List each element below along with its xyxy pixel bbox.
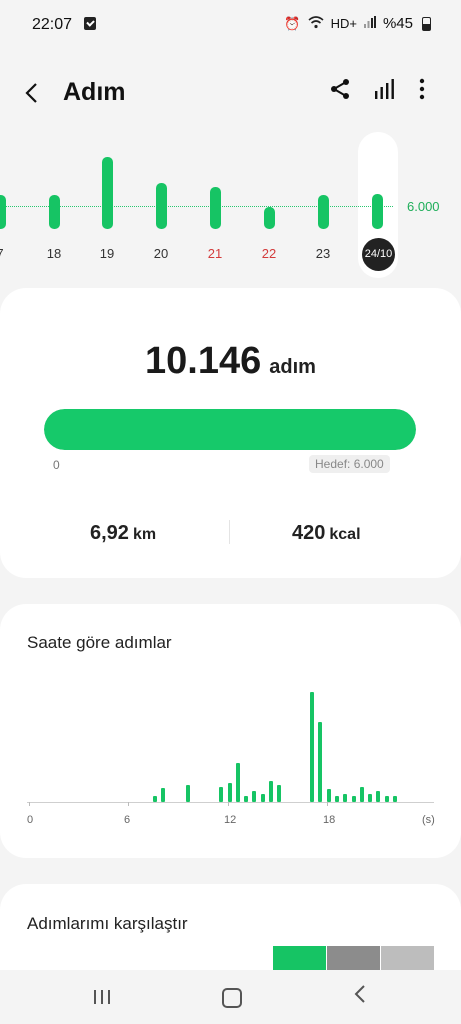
hourly-bar xyxy=(236,763,240,802)
hourly-bar xyxy=(376,791,380,802)
home-button[interactable] xyxy=(222,988,242,1008)
goal-progress-fill xyxy=(44,409,416,450)
hourly-bar xyxy=(310,692,314,802)
page-title: Adım xyxy=(63,78,126,106)
compare-segment xyxy=(273,946,326,970)
day-bar[interactable] xyxy=(372,194,383,229)
share-icon[interactable] xyxy=(329,78,351,106)
hourly-title: Saate göre adımlar xyxy=(27,633,172,652)
distance-stat: 6,92 km xyxy=(90,522,156,545)
alarm-icon: ⏰ xyxy=(284,15,301,31)
hourly-bar xyxy=(277,785,281,802)
day-bar[interactable] xyxy=(49,195,60,229)
goal-badge: Hedef: 6.000 xyxy=(309,455,390,473)
hourly-bar xyxy=(368,794,372,802)
compare-title: Adımlarımı karşılaştır xyxy=(27,914,188,933)
day-label[interactable]: 23 xyxy=(308,246,338,261)
day-bar[interactable] xyxy=(102,157,113,229)
status-icons: ⏰ HD+ %45 xyxy=(284,15,431,32)
status-time: 22:07 xyxy=(32,16,73,33)
hourly-axis-tick xyxy=(327,802,328,806)
hourly-bar xyxy=(327,789,331,802)
hourly-bar xyxy=(252,791,256,802)
stat-divider xyxy=(229,520,230,544)
goal-progress-bar xyxy=(44,409,416,450)
day-bar[interactable] xyxy=(0,195,6,229)
back-button[interactable] xyxy=(24,82,38,105)
selected-day-label[interactable]: 24/10 xyxy=(362,238,395,271)
hd-plus-icon: HD+ xyxy=(330,16,357,31)
chart-icon[interactable] xyxy=(373,78,395,106)
hourly-bar xyxy=(219,787,223,802)
hourly-axis-label: 12 xyxy=(224,814,237,826)
hourly-bar xyxy=(360,787,364,802)
calories-value: 420 xyxy=(292,522,326,544)
nav-back-button[interactable] xyxy=(354,984,366,1010)
signal-icon xyxy=(363,16,376,31)
hourly-bar xyxy=(153,796,157,802)
hourly-axis-label: 6 xyxy=(124,814,131,826)
hourly-bar xyxy=(393,796,397,802)
battery-icon xyxy=(422,16,431,31)
hourly-axis-label: 18 xyxy=(323,814,336,826)
day-bar[interactable] xyxy=(264,207,275,229)
battery-percent: %45 xyxy=(382,15,413,32)
hourly-bar xyxy=(244,796,248,802)
more-icon[interactable] xyxy=(418,78,426,106)
goal-label: 6.000 xyxy=(407,199,440,214)
day-label[interactable]: 18 xyxy=(39,246,69,261)
day-label[interactable]: 22 xyxy=(254,246,284,261)
hourly-axis-label: (s) xyxy=(422,814,435,826)
hourly-bar xyxy=(186,785,190,802)
step-count-unit: adım xyxy=(269,356,316,378)
hourly-bar xyxy=(269,781,273,802)
hourly-bar xyxy=(352,796,356,802)
status-bar: 22:07 ⏰ HD+ %45 xyxy=(0,0,461,52)
hourly-bar xyxy=(385,796,389,802)
hourly-axis-tick xyxy=(29,802,30,806)
hourly-axis-tick xyxy=(128,802,129,806)
hourly-axis-label: 0 xyxy=(27,814,34,826)
recent-apps-button[interactable] xyxy=(93,989,111,1010)
day-label[interactable]: 20 xyxy=(146,246,176,261)
step-count-value: 10.146 xyxy=(145,340,262,382)
day-bar[interactable] xyxy=(318,195,329,229)
day-bar[interactable] xyxy=(156,183,167,229)
hourly-bar xyxy=(261,794,265,802)
hourly-bar xyxy=(343,794,347,802)
step-count: 10.146 adım xyxy=(0,340,461,383)
day-label[interactable]: 7 xyxy=(0,246,15,261)
compare-segment xyxy=(381,946,434,970)
hourly-bar xyxy=(318,722,322,802)
notification-icon xyxy=(84,17,96,30)
hourly-bar xyxy=(161,788,165,802)
day-label[interactable]: 19 xyxy=(92,246,122,261)
compare-segment xyxy=(327,946,380,970)
hourly-bar xyxy=(228,783,232,802)
wifi-icon xyxy=(308,15,324,32)
distance-value: 6,92 xyxy=(90,522,129,544)
distance-unit: km xyxy=(132,526,157,543)
calories-stat: 420 kcal xyxy=(292,522,361,545)
hourly-baseline xyxy=(27,802,434,803)
calories-unit: kcal xyxy=(329,526,361,543)
day-label[interactable]: 21 xyxy=(200,246,230,261)
hourly-bar xyxy=(335,796,339,802)
day-bar[interactable] xyxy=(210,187,221,229)
progress-min-label: 0 xyxy=(53,458,60,472)
hourly-axis-tick xyxy=(228,802,229,806)
